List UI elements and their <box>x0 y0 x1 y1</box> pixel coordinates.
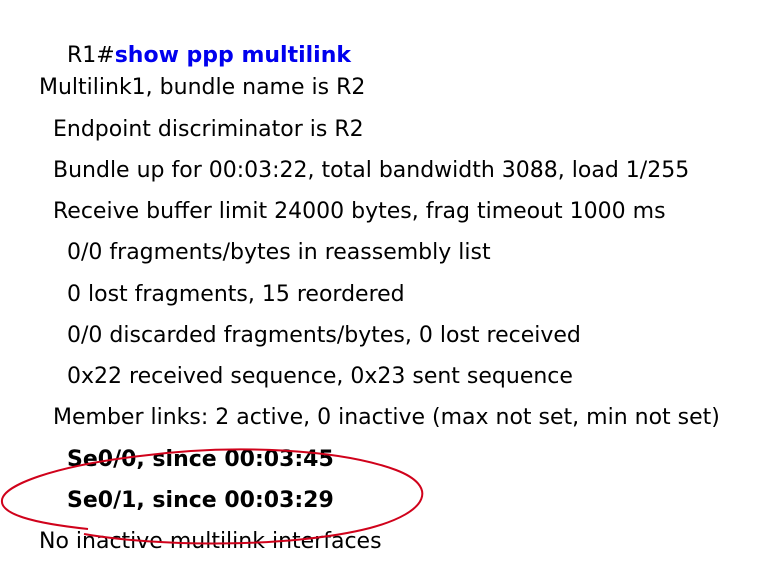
output-line-12: No inactive multilink interfaces <box>39 529 382 554</box>
output-line-5: 0/0 fragments/bytes in reassembly list <box>67 240 491 265</box>
output-line-7: 0/0 discarded fragments/bytes, 0 lost re… <box>67 323 581 348</box>
output-line-1: Multilink1, bundle name is R2 <box>39 75 366 100</box>
terminal-output: R1#show ppp multilink Multilink1, bundle… <box>0 0 781 566</box>
output-line-6: 0 lost fragments, 15 reordered <box>67 282 405 307</box>
member-link-se0-1: Se0/1, since 00:03:29 <box>67 488 334 513</box>
prompt: R1# <box>66 43 115 68</box>
output-line-9: Member links: 2 active, 0 inactive (max … <box>53 405 720 430</box>
output-line-3: Bundle up for 00:03:22, total bandwidth … <box>53 158 690 183</box>
output-line-4: Receive buffer limit 24000 bytes, frag t… <box>53 199 666 224</box>
output-line-8: 0x22 received sequence, 0x23 sent sequen… <box>67 364 573 389</box>
member-link-se0-0: Se0/0, since 00:03:45 <box>67 447 334 472</box>
output-line-2: Endpoint discriminator is R2 <box>53 117 364 142</box>
command: show ppp multilink <box>114 43 352 68</box>
